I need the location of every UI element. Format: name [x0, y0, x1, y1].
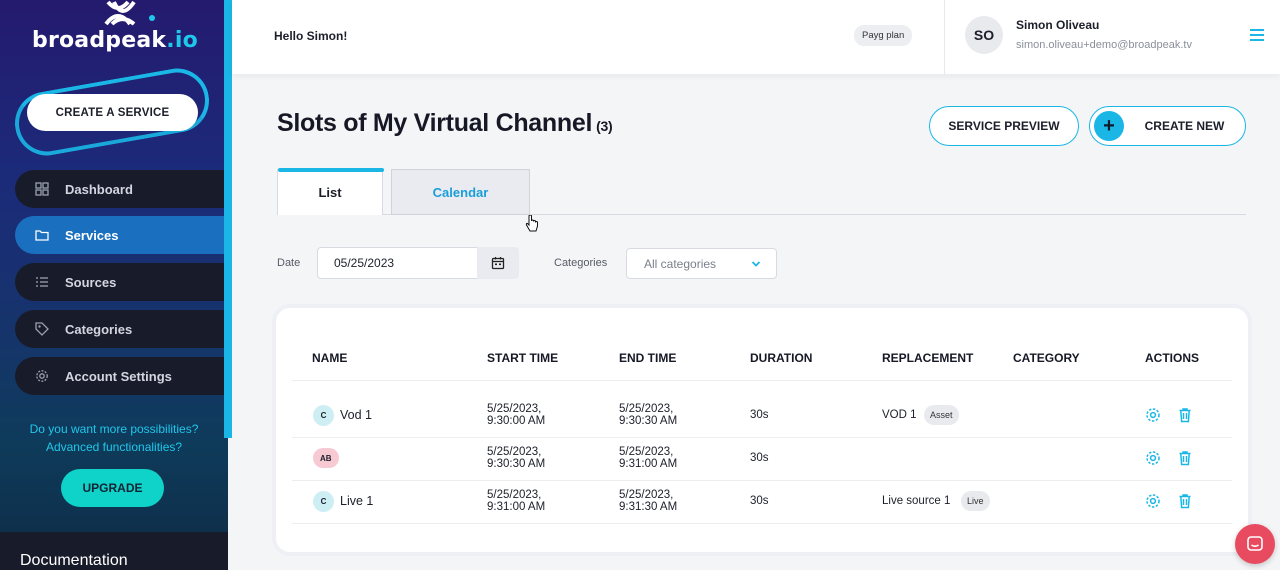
- documentation-link[interactable]: Documentation: [20, 552, 128, 570]
- categories-label: Categories: [554, 257, 608, 269]
- category-badge: C: [313, 491, 334, 512]
- start-time: 9:30:30 AM: [487, 458, 546, 470]
- start-time: 9:30:00 AM: [487, 415, 546, 427]
- sidebar-item-categories[interactable]: Categories: [15, 310, 228, 348]
- top-header: Hello Simon! Payg plan SO Simon Oliveau …: [232, 0, 1280, 74]
- end-date: 5/25/2023,: [619, 489, 674, 501]
- column-header-replacement: REPLACEMENT: [882, 351, 974, 365]
- end-time: 9:31:30 AM: [619, 501, 678, 513]
- create-new-button[interactable]: + CREATE NEW: [1089, 106, 1246, 146]
- folder-icon: [35, 228, 49, 242]
- tag-icon: [35, 322, 49, 336]
- header-row-divider: [292, 380, 1232, 381]
- duration: 30s: [750, 495, 769, 507]
- tab-calendar[interactable]: Calendar: [391, 169, 530, 215]
- pointer-cursor-icon: [525, 215, 538, 232]
- column-header-category: CATEGORY: [1013, 351, 1080, 365]
- sidebar-item-label: Services: [65, 227, 119, 243]
- column-header-actions: ACTIONS: [1145, 351, 1199, 365]
- row-divider: [292, 437, 1232, 438]
- chat-support-button[interactable]: [1235, 524, 1275, 564]
- promo-text-2: Advanced functionalities?: [45, 440, 183, 454]
- replacement-name: Live source 1: [882, 495, 951, 507]
- brand-logo[interactable]: broadpeak.io: [32, 28, 198, 53]
- column-header-end-time: END TIME: [619, 351, 677, 365]
- sidebar-item-dashboard[interactable]: Dashboard: [15, 170, 228, 208]
- create-service-button[interactable]: CREATE A SERVICE: [27, 94, 198, 131]
- plus-icon: +: [1094, 111, 1124, 141]
- column-header-duration: DURATION: [750, 351, 813, 365]
- grid-icon: [35, 182, 49, 196]
- replacement-name: VOD 1: [882, 409, 917, 421]
- settings-gear-icon[interactable]: [1145, 450, 1161, 466]
- trash-icon[interactable]: [1177, 407, 1193, 423]
- replacement-type-badge: Asset: [924, 405, 959, 425]
- sidebar-item-label: Account Settings: [65, 368, 172, 384]
- end-date: 5/25/2023,: [619, 446, 674, 458]
- avatar[interactable]: SO: [965, 16, 1003, 54]
- slot-name: Live 1: [340, 494, 374, 508]
- category-badge: AB: [313, 448, 339, 468]
- chevron-down-icon: [751, 261, 761, 267]
- promo-text-1: Do you want more possibilities?: [29, 422, 199, 436]
- date-input[interactable]: 05/25/2023: [317, 247, 478, 279]
- sidebar-item-services[interactable]: Services: [15, 216, 227, 254]
- start-time: 9:31:00 AM: [487, 501, 546, 513]
- create-new-label: CREATE NEW: [1144, 119, 1225, 133]
- row-divider: [292, 480, 1232, 481]
- replacement-type-badge: Live: [961, 491, 990, 511]
- date-label: Date: [277, 257, 301, 269]
- end-date: 5/25/2023,: [619, 403, 674, 415]
- plan-badge: Payg plan: [854, 25, 913, 46]
- calendar-icon: [491, 257, 505, 270]
- start-date: 5/25/2023,: [487, 489, 542, 501]
- slot-name: Vod 1: [340, 408, 372, 422]
- row-divider: [292, 523, 1232, 524]
- start-date: 5/25/2023,: [487, 446, 542, 458]
- brand-tld: .io: [166, 28, 198, 53]
- sidebar: broadpeak.io CREATE A SERVICE Dashboard …: [0, 0, 228, 570]
- sidebar-item-sources[interactable]: Sources: [15, 263, 228, 301]
- upgrade-button[interactable]: UPGRADE: [61, 469, 164, 507]
- hamburger-menu-icon[interactable]: [1248, 26, 1266, 44]
- start-date: 5/25/2023,: [487, 403, 542, 415]
- broadpeak-logo-mark: [104, 0, 155, 26]
- sidebar-item-label: Categories: [65, 321, 133, 337]
- user-name: Simon Oliveau: [1016, 18, 1100, 32]
- tab-list[interactable]: List: [277, 168, 384, 215]
- categories-select-value: All categories: [644, 256, 717, 271]
- sidebar-item-label: Sources: [65, 274, 117, 290]
- duration: 30s: [750, 452, 769, 464]
- greeting: Hello Simon!: [274, 29, 348, 43]
- chat-icon: [1247, 536, 1263, 551]
- sidebar-active-edge: [224, 0, 232, 438]
- list-icon: [35, 275, 49, 289]
- service-preview-button[interactable]: SERVICE PREVIEW: [929, 106, 1079, 146]
- category-badge: C: [313, 405, 334, 426]
- end-time: 9:31:00 AM: [619, 458, 678, 470]
- user-email: simon.oliveau+demo@broadpeak.tv: [1016, 39, 1192, 51]
- categories-select[interactable]: All categories: [626, 248, 777, 279]
- page-title: Slots of My Virtual Channel (3): [277, 109, 613, 138]
- column-header-name: NAME: [312, 351, 348, 365]
- trash-icon[interactable]: [1177, 450, 1193, 466]
- slots-table-card: [272, 304, 1252, 556]
- end-time: 9:30:30 AM: [619, 415, 678, 427]
- settings-gear-icon[interactable]: [1145, 493, 1161, 509]
- gear-icon: [35, 369, 49, 383]
- sidebar-item-label: Dashboard: [65, 181, 133, 197]
- column-header-start-time: START TIME: [487, 351, 559, 365]
- brand-name: broadpeak: [32, 28, 167, 53]
- page-title-text: Slots of My Virtual Channel: [277, 109, 593, 137]
- header-divider: [944, 0, 945, 74]
- sidebar-item-account-settings[interactable]: Account Settings: [15, 357, 228, 395]
- duration: 30s: [750, 409, 769, 421]
- date-picker-button[interactable]: [477, 247, 519, 279]
- trash-icon[interactable]: [1177, 493, 1193, 509]
- settings-gear-icon[interactable]: [1145, 407, 1161, 423]
- slot-count: (3): [596, 118, 613, 134]
